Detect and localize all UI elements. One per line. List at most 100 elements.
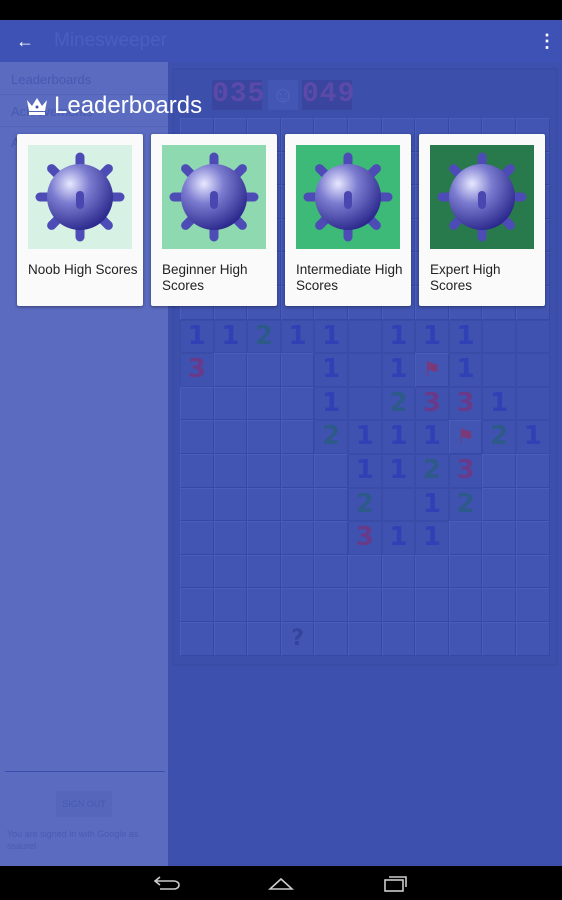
hidden-cell[interactable] bbox=[213, 554, 248, 589]
number-cell[interactable]: 1 bbox=[381, 453, 416, 488]
hidden-cell[interactable] bbox=[381, 621, 416, 656]
revealed-cell[interactable] bbox=[482, 319, 516, 354]
hidden-cell[interactable] bbox=[213, 453, 248, 488]
hidden-cell[interactable] bbox=[213, 588, 248, 622]
number-cell[interactable]: 1 bbox=[314, 386, 348, 421]
number-cell[interactable]: 2 bbox=[448, 487, 483, 522]
hidden-cell[interactable] bbox=[314, 554, 348, 589]
number-cell[interactable]: 1 bbox=[381, 521, 416, 555]
more-vert-icon[interactable]: ⋮ bbox=[538, 30, 556, 52]
hidden-cell[interactable] bbox=[213, 420, 248, 454]
hidden-cell[interactable] bbox=[213, 353, 248, 387]
number-cell[interactable]: 2 bbox=[347, 487, 382, 522]
leaderboard-card-expert[interactable]: Expert High Scores bbox=[419, 134, 545, 306]
hidden-cell[interactable] bbox=[213, 487, 248, 522]
revealed-cell[interactable] bbox=[347, 353, 382, 387]
hidden-cell[interactable] bbox=[247, 353, 281, 387]
sign-out-button[interactable]: SIGN OUT bbox=[56, 791, 112, 817]
hidden-cell[interactable] bbox=[247, 521, 281, 555]
number-cell[interactable]: 1 bbox=[448, 319, 483, 354]
number-cell[interactable]: 3 bbox=[180, 353, 214, 387]
number-cell[interactable]: 1 bbox=[482, 386, 516, 421]
number-cell[interactable]: 1 bbox=[515, 420, 550, 454]
hidden-cell[interactable] bbox=[314, 453, 348, 488]
hidden-cell[interactable] bbox=[515, 621, 550, 656]
question-cell[interactable]: ? bbox=[280, 621, 315, 656]
leaderboard-card-intermediate[interactable]: Intermediate High Scores bbox=[285, 134, 411, 306]
hidden-cell[interactable] bbox=[280, 420, 315, 454]
hidden-cell[interactable] bbox=[247, 588, 281, 622]
hidden-cell[interactable] bbox=[180, 554, 214, 589]
number-cell[interactable]: 2 bbox=[247, 319, 281, 354]
number-cell[interactable]: 1 bbox=[415, 420, 449, 454]
hidden-cell[interactable] bbox=[180, 521, 214, 555]
number-cell[interactable]: 3 bbox=[415, 386, 449, 421]
hidden-cell[interactable] bbox=[448, 554, 483, 589]
hidden-cell[interactable] bbox=[213, 386, 248, 421]
number-cell[interactable]: 1 bbox=[347, 453, 382, 488]
hidden-cell[interactable] bbox=[280, 386, 315, 421]
number-cell[interactable]: 1 bbox=[381, 353, 416, 387]
hidden-cell[interactable] bbox=[213, 521, 248, 555]
hidden-cell[interactable] bbox=[482, 453, 516, 488]
hidden-cell[interactable] bbox=[347, 554, 382, 589]
leaderboard-card-noob[interactable]: Noob High Scores bbox=[17, 134, 143, 306]
hidden-cell[interactable] bbox=[482, 487, 516, 522]
number-cell[interactable]: 3 bbox=[448, 386, 483, 421]
hidden-cell[interactable] bbox=[314, 621, 348, 656]
hidden-cell[interactable] bbox=[448, 588, 483, 622]
hidden-cell[interactable] bbox=[482, 554, 516, 589]
revealed-cell[interactable] bbox=[381, 487, 416, 522]
number-cell[interactable]: 1 bbox=[314, 353, 348, 387]
hidden-cell[interactable] bbox=[515, 487, 550, 522]
number-cell[interactable]: 2 bbox=[314, 420, 348, 454]
number-cell[interactable]: 1 bbox=[415, 521, 449, 555]
number-cell[interactable]: 1 bbox=[314, 319, 348, 354]
hidden-cell[interactable] bbox=[247, 554, 281, 589]
hidden-cell[interactable] bbox=[347, 588, 382, 622]
hidden-cell[interactable] bbox=[448, 621, 483, 656]
hidden-cell[interactable] bbox=[482, 588, 516, 622]
hidden-cell[interactable] bbox=[314, 521, 348, 555]
hidden-cell[interactable] bbox=[482, 621, 516, 656]
hidden-cell[interactable] bbox=[280, 353, 315, 387]
hidden-cell[interactable] bbox=[213, 621, 248, 656]
number-cell[interactable]: 1 bbox=[180, 319, 214, 354]
hidden-cell[interactable] bbox=[381, 588, 416, 622]
hidden-cell[interactable] bbox=[247, 487, 281, 522]
revealed-cell[interactable] bbox=[515, 386, 550, 421]
hidden-cell[interactable] bbox=[482, 521, 516, 555]
hidden-cell[interactable] bbox=[280, 453, 315, 488]
hidden-cell[interactable] bbox=[415, 588, 449, 622]
revealed-cell[interactable] bbox=[347, 386, 382, 421]
revealed-cell[interactable] bbox=[482, 353, 516, 387]
number-cell[interactable]: 2 bbox=[415, 453, 449, 488]
number-cell[interactable]: 3 bbox=[347, 521, 382, 555]
revealed-cell[interactable] bbox=[515, 319, 550, 354]
hidden-cell[interactable] bbox=[180, 588, 214, 622]
hidden-cell[interactable] bbox=[280, 554, 315, 589]
number-cell[interactable]: 1 bbox=[347, 420, 382, 454]
revealed-cell[interactable] bbox=[515, 353, 550, 387]
hidden-cell[interactable] bbox=[247, 386, 281, 421]
number-cell[interactable]: 1 bbox=[381, 420, 416, 454]
hidden-cell[interactable] bbox=[180, 487, 214, 522]
hidden-cell[interactable] bbox=[515, 588, 550, 622]
hidden-cell[interactable] bbox=[247, 453, 281, 488]
number-cell[interactable]: 1 bbox=[415, 319, 449, 354]
hidden-cell[interactable] bbox=[314, 588, 348, 622]
hidden-cell[interactable] bbox=[347, 621, 382, 656]
smiley-icon[interactable]: ☺ bbox=[268, 80, 298, 110]
hidden-cell[interactable] bbox=[515, 554, 550, 589]
hidden-cell[interactable] bbox=[515, 521, 550, 555]
number-cell[interactable]: 1 bbox=[213, 319, 248, 354]
flag-icon[interactable]: ⚑ bbox=[415, 353, 449, 387]
hidden-cell[interactable] bbox=[180, 453, 214, 488]
hidden-cell[interactable] bbox=[280, 588, 315, 622]
drawer-item-leaderboards[interactable]: Leaderboards bbox=[11, 72, 91, 87]
flag-icon[interactable]: ⚑ bbox=[448, 420, 483, 454]
number-cell[interactable]: 1 bbox=[448, 353, 483, 387]
number-cell[interactable]: 3 bbox=[448, 453, 483, 488]
home-icon[interactable] bbox=[266, 873, 296, 893]
number-cell[interactable]: 2 bbox=[482, 420, 516, 454]
